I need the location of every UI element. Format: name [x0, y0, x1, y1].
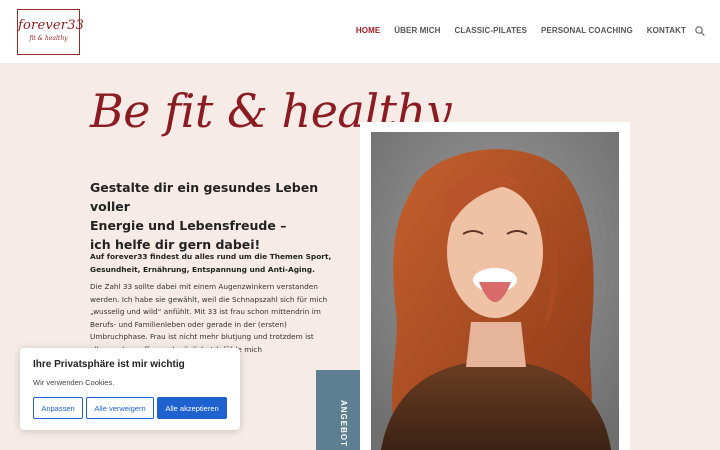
cookie-banner: Ihre Privatsphäre ist mir wichtig Wir ve… — [20, 348, 240, 430]
nav-item-home[interactable]: HOME — [356, 26, 380, 35]
logo-tagline: fit & healthy — [29, 35, 68, 42]
angebot-tab[interactable] — [316, 370, 360, 450]
cookie-accept-button[interactable]: Alle akzeptieren — [157, 397, 227, 419]
cookie-text: Wir verwenden Cookies. — [33, 378, 115, 387]
search-icon[interactable] — [695, 26, 705, 36]
cookie-reject-button[interactable]: Alle verweigern — [86, 397, 154, 419]
site-logo[interactable]: forever33 fit & healthy — [17, 9, 85, 55]
hero-subheadline: Gestalte dir ein gesundes Leben voller E… — [90, 178, 350, 254]
angebot-tab-label[interactable]: ANGEBOT — [339, 400, 348, 447]
nav-item-ueber-mich[interactable]: ÜBER MICH — [394, 26, 440, 35]
subheadline-line: Energie und Lebensfreude – — [90, 218, 287, 233]
subheadline-line: Gestalte dir ein gesundes Leben voller — [90, 180, 319, 214]
hero-intro: Auf forever33 findest du alles rund um d… — [90, 252, 332, 274]
hero-body-text: Die Zahl 33 sollte dabei mit einem Augen… — [90, 282, 328, 353]
nav-item-kontakt[interactable]: KONTAKT — [647, 26, 686, 35]
cookie-title: Ihre Privatsphäre ist mir wichtig — [33, 359, 185, 370]
logo-text: forever33 — [18, 18, 85, 33]
main-nav: HOME ÜBER MICH CLASSIC-PILATES PERSONAL … — [356, 26, 686, 35]
site-header: forever33 fit & healthy HOME ÜBER MICH C… — [0, 0, 720, 64]
portrait-photo — [371, 132, 619, 450]
portrait-illustration — [371, 132, 619, 450]
cookie-customize-button[interactable]: Anpassen — [33, 397, 83, 419]
nav-item-personal-coaching[interactable]: PERSONAL COACHING — [541, 26, 633, 35]
nav-item-classic-pilates[interactable]: CLASSIC-PILATES — [455, 26, 527, 35]
